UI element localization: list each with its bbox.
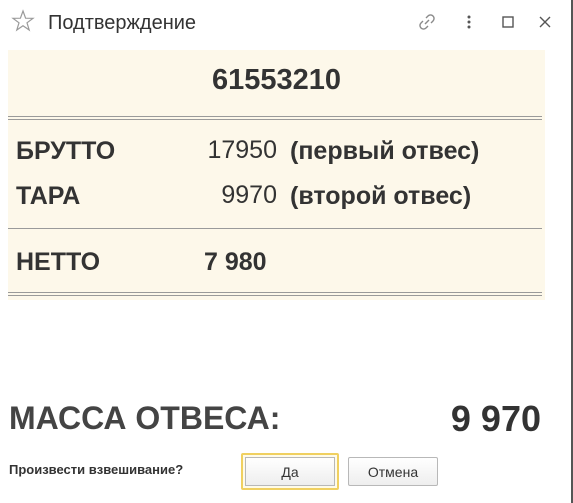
mass-label: МАССА ОТВЕСА: [9,400,281,436]
close-icon[interactable] [534,11,556,33]
more-icon[interactable] [458,11,480,33]
star-icon[interactable] [11,9,35,33]
confirmation-window: Подтверждение 61553210 БРУТТО 17950 (пер… [0,0,573,503]
tare-label: ТАРА [16,182,81,210]
cancel-button[interactable]: Отмена [348,457,438,486]
window-title: Подтверждение [48,12,197,34]
title-bar: Подтверждение [0,0,571,48]
maximize-icon[interactable] [497,11,519,33]
link-icon[interactable] [416,11,438,33]
net-label: НЕТТО [16,248,101,276]
yes-button[interactable]: Да [241,453,339,490]
gross-note: (первый отвес) [290,137,480,165]
confirm-question: Произвести взвешивание? [9,462,184,477]
weighing-panel: 61553210 БРУТТО 17950 (первый отвес) ТАР… [8,50,545,300]
vehicle-code: 61553210 [211,64,342,96]
divider [8,292,542,296]
gross-value: 17950 [207,136,277,164]
divider [8,116,542,120]
yes-button-label: Да [245,457,335,486]
tare-value: 9970 [221,181,277,209]
mass-value: 9 970 [450,398,541,439]
divider [8,228,542,229]
gross-label: БРУТТО [16,137,116,165]
tare-note: (второй отвес) [290,182,472,210]
net-value: 7 980 [204,248,267,276]
